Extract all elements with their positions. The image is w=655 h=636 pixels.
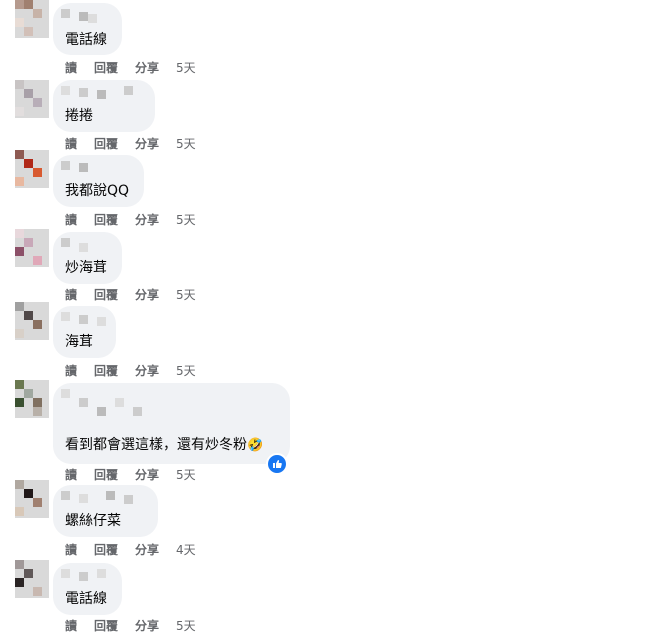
- reply-link[interactable]: 回覆: [94, 466, 118, 483]
- avatar[interactable]: [15, 229, 49, 267]
- timestamp[interactable]: 5天: [176, 59, 196, 76]
- comment-bubble: 螺絲仔菜: [53, 485, 158, 537]
- reply-link[interactable]: 回覆: [94, 617, 118, 634]
- avatar[interactable]: [15, 380, 49, 418]
- comment-text: 我都說QQ: [65, 183, 130, 199]
- share-link[interactable]: 分享: [135, 59, 159, 76]
- comment-actions: 讀回覆 分享 5天: [65, 135, 213, 152]
- comment-actions: 讀回覆 分享 5天: [65, 211, 213, 228]
- comment-text: 電話線: [65, 32, 107, 48]
- read-link[interactable]: 讀: [65, 541, 77, 558]
- reply-link[interactable]: 回覆: [94, 59, 118, 76]
- share-link[interactable]: 分享: [135, 362, 159, 379]
- reply-link[interactable]: 回覆: [94, 541, 118, 558]
- timestamp[interactable]: 4天: [176, 541, 196, 558]
- read-link[interactable]: 讀: [65, 617, 77, 634]
- reply-link[interactable]: 回覆: [94, 135, 118, 152]
- reply-link[interactable]: 回覆: [94, 286, 118, 303]
- timestamp[interactable]: 5天: [176, 466, 196, 483]
- comment-bubble: 海茸: [53, 306, 116, 358]
- like-icon[interactable]: [266, 453, 288, 475]
- comment-actions: 讀回覆 分享 5天: [65, 59, 213, 76]
- comment-actions: 讀回覆 分享 5天: [65, 617, 213, 634]
- read-link[interactable]: 讀: [65, 211, 77, 228]
- comment-bubble: 我都說QQ: [53, 155, 144, 207]
- avatar[interactable]: [15, 80, 49, 118]
- comment-actions: 讀回覆 分享 4天: [65, 541, 213, 558]
- comment-bubble: 看到都會選這樣，還有炒冬粉🤣: [53, 383, 290, 464]
- comment-bubble: 電話線: [53, 563, 122, 615]
- share-link[interactable]: 分享: [135, 135, 159, 152]
- comment-bubble: 捲捲: [53, 80, 155, 132]
- comment-text: 電話線: [65, 591, 107, 607]
- share-link[interactable]: 分享: [135, 541, 159, 558]
- avatar[interactable]: [15, 302, 49, 340]
- comment-actions: 讀回覆 分享 5天: [65, 362, 213, 379]
- reply-link[interactable]: 回覆: [94, 362, 118, 379]
- timestamp[interactable]: 5天: [176, 617, 196, 634]
- comment-actions: 讀回覆 分享 5天: [65, 466, 213, 483]
- timestamp[interactable]: 5天: [176, 286, 196, 303]
- avatar[interactable]: [15, 560, 49, 598]
- comment-actions: 讀回覆 分享 5天: [65, 286, 213, 303]
- comment-text: 捲捲: [65, 108, 93, 124]
- rofl-emoji-icon: 🤣: [247, 438, 264, 453]
- read-link[interactable]: 讀: [65, 362, 77, 379]
- comment-bubble: 電話線: [53, 3, 122, 55]
- timestamp[interactable]: 5天: [176, 135, 196, 152]
- comment-text: 炒海茸: [65, 260, 107, 276]
- comment-text: 螺絲仔菜: [65, 513, 121, 529]
- avatar[interactable]: [15, 480, 49, 518]
- timestamp[interactable]: 5天: [176, 211, 196, 228]
- share-link[interactable]: 分享: [135, 466, 159, 483]
- read-link[interactable]: 讀: [65, 286, 77, 303]
- reply-link[interactable]: 回覆: [94, 211, 118, 228]
- share-link[interactable]: 分享: [135, 617, 159, 634]
- comment-text: 海茸: [65, 334, 93, 350]
- read-link[interactable]: 讀: [65, 135, 77, 152]
- read-link[interactable]: 讀: [65, 466, 77, 483]
- read-link[interactable]: 讀: [65, 59, 77, 76]
- comment-bubble: 炒海茸: [53, 232, 122, 284]
- timestamp[interactable]: 5天: [176, 362, 196, 379]
- comment-text-content: 看到都會選這樣，還有炒冬粉: [65, 437, 247, 453]
- avatar[interactable]: [15, 0, 49, 38]
- comment-text: 看到都會選這樣，還有炒冬粉🤣: [65, 436, 263, 455]
- avatar[interactable]: [15, 150, 49, 188]
- share-link[interactable]: 分享: [135, 286, 159, 303]
- share-link[interactable]: 分享: [135, 211, 159, 228]
